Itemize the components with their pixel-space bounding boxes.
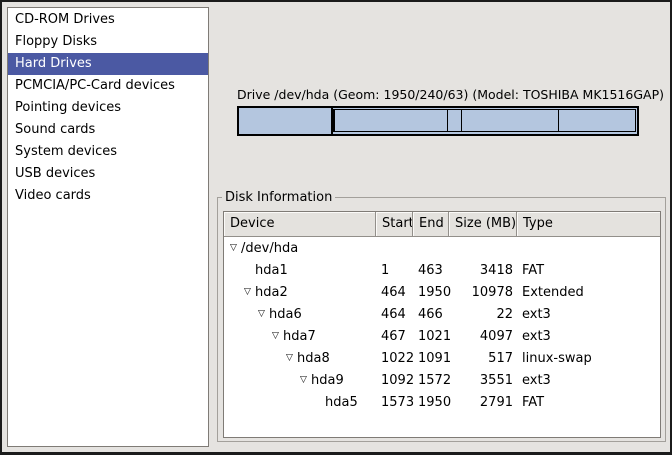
- column-header-device[interactable]: Device: [224, 212, 376, 237]
- sidebar-item-floppy-disks[interactable]: Floppy Disks: [8, 31, 208, 53]
- partition-segment-hda5: [559, 110, 635, 131]
- drive-summary-label: Drive /dev/hda (Geom: 1950/240/63) (Mode…: [237, 87, 639, 103]
- partition-row-hda5[interactable]: hda5 157319502791FAT: [224, 391, 660, 413]
- sidebar-item-sound-cards[interactable]: Sound cards: [8, 119, 208, 141]
- cell-size: 2791: [449, 395, 517, 410]
- disk-information-label: Disk Information: [222, 190, 335, 205]
- partition-bar: [237, 106, 639, 136]
- cell-end: 466: [413, 307, 449, 322]
- hardware-browser-window: CD-ROM DrivesFloppy DisksHard DrivesPCMC…: [0, 0, 672, 455]
- partition-row-hda1[interactable]: hda1 14633418FAT: [224, 259, 660, 281]
- cell-end: 1091: [413, 351, 449, 366]
- partition-segment-hda7: [335, 110, 447, 131]
- cell-start: 1022: [376, 351, 413, 366]
- device-name: /dev/hda: [241, 241, 298, 256]
- partition-table: DeviceStartEndSize (MB)Type ▽/dev/hdahda…: [223, 211, 661, 438]
- cell-end: 1950: [413, 285, 449, 300]
- expander-down-icon[interactable]: ▽: [268, 329, 283, 344]
- expander-down-icon[interactable]: ▽: [282, 351, 297, 366]
- sidebar-item-hard-drives[interactable]: Hard Drives: [8, 53, 208, 75]
- cell-size: 4097: [449, 329, 517, 344]
- sidebar-item-system-devices[interactable]: System devices: [8, 141, 208, 163]
- cell-type: linux-swap: [517, 351, 660, 366]
- sidebar-item-usb-devices[interactable]: USB devices: [8, 163, 208, 185]
- partition-table-header: DeviceStartEndSize (MB)Type: [224, 212, 660, 237]
- partition-row-hda7[interactable]: ▽hda746710214097ext3: [224, 325, 660, 347]
- partition-segment-hda1: [239, 108, 333, 134]
- cell-size: 3551: [449, 373, 517, 388]
- partition-row-hda8[interactable]: ▽hda810221091517linux-swap: [224, 347, 660, 369]
- cell-size: 517: [449, 351, 517, 366]
- device-name: hda5: [325, 395, 358, 410]
- cell-end: 1572: [413, 373, 449, 388]
- expander-down-icon[interactable]: ▽: [254, 307, 269, 322]
- cell-type: ext3: [517, 307, 660, 322]
- cell-device: ▽hda7: [224, 329, 376, 344]
- device-name: hda2: [255, 285, 288, 300]
- cell-start: 467: [376, 329, 413, 344]
- cell-type: FAT: [517, 395, 660, 410]
- disk-information-group: Disk Information DeviceStartEndSize (MB)…: [217, 197, 666, 442]
- column-header-end[interactable]: End: [413, 212, 449, 237]
- partition-row-hda6[interactable]: ▽hda646446622ext3: [224, 303, 660, 325]
- cell-start: 1092: [376, 373, 413, 388]
- expander-down-icon[interactable]: ▽: [296, 373, 311, 388]
- sidebar-item-pcmcia-pc-card-devices[interactable]: PCMCIA/PC-Card devices: [8, 75, 208, 97]
- partition-segment-hda9: [462, 110, 559, 131]
- expander-down-icon[interactable]: ▽: [240, 285, 255, 300]
- cell-start: 464: [376, 307, 413, 322]
- sidebar-item-video-cards[interactable]: Video cards: [8, 185, 208, 207]
- device-name: hda1: [255, 263, 288, 278]
- cell-size: 10978: [449, 285, 517, 300]
- cell-device: hda5: [224, 395, 376, 410]
- cell-size: 3418: [449, 263, 517, 278]
- partition-table-body: ▽/dev/hdahda114633418FAT▽hda246419501097…: [224, 237, 660, 413]
- cell-type: Extended: [517, 285, 660, 300]
- cell-device: ▽/dev/hda: [224, 241, 376, 256]
- cell-start: 1573: [376, 395, 413, 410]
- column-header-start[interactable]: Start: [376, 212, 413, 237]
- sidebar-item-pointing-devices[interactable]: Pointing devices: [8, 97, 208, 119]
- cell-device: ▽hda2: [224, 285, 376, 300]
- cell-start: 464: [376, 285, 413, 300]
- cell-end: 1021: [413, 329, 449, 344]
- cell-device: ▽hda6: [224, 307, 376, 322]
- cell-device: ▽hda8: [224, 351, 376, 366]
- expander-down-icon[interactable]: ▽: [226, 241, 241, 256]
- device-category-list: CD-ROM DrivesFloppy DisksHard DrivesPCMC…: [7, 7, 209, 447]
- column-header-type[interactable]: Type: [517, 212, 660, 237]
- partition-segment-hda2: [333, 109, 636, 132]
- cell-type: ext3: [517, 373, 660, 388]
- sidebar-item-cd-rom-drives[interactable]: CD-ROM Drives: [8, 9, 208, 31]
- device-name: hda9: [311, 373, 344, 388]
- device-name: hda7: [283, 329, 316, 344]
- cell-start: 1: [376, 263, 413, 278]
- device-name: hda8: [297, 351, 330, 366]
- partition-segment-hda8: [448, 110, 462, 131]
- device-name: hda6: [269, 307, 302, 322]
- partition-row-hda2[interactable]: ▽hda2464195010978Extended: [224, 281, 660, 303]
- cell-type: ext3: [517, 329, 660, 344]
- partition-row-hda9[interactable]: ▽hda9109215723551ext3: [224, 369, 660, 391]
- partition-row-dev-hda[interactable]: ▽/dev/hda: [224, 237, 660, 259]
- cell-end: 463: [413, 263, 449, 278]
- cell-device: ▽hda9: [224, 373, 376, 388]
- cell-device: hda1: [224, 263, 376, 278]
- cell-size: 22: [449, 307, 517, 322]
- cell-type: FAT: [517, 263, 660, 278]
- column-header-size-mb[interactable]: Size (MB): [449, 212, 517, 237]
- cell-end: 1950: [413, 395, 449, 410]
